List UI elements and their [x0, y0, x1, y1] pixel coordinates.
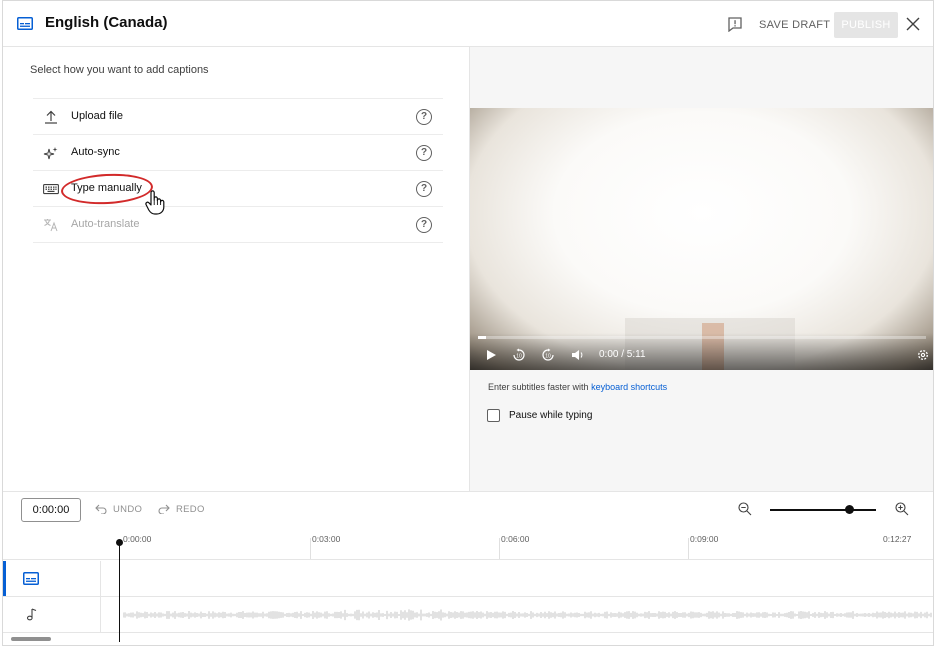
zoom-in-icon[interactable] — [895, 502, 909, 516]
keyboard-icon — [43, 184, 59, 195]
ruler-tick-line — [499, 538, 500, 559]
option-label: Upload file — [71, 110, 123, 122]
ruler-tick-label: 0:09:00 — [690, 534, 719, 544]
caption-editor-dialog: English (Canada) SAVE DRAFT PUBLISH Sele… — [2, 0, 934, 646]
ruler-tick-line — [310, 538, 311, 559]
audio-waveform — [123, 609, 932, 621]
panel-heading: Select how you want to add captions — [30, 64, 209, 76]
undo-button[interactable]: UNDO — [95, 504, 142, 515]
ruler-tick-label: 0:03:00 — [312, 534, 341, 544]
shortcut-hint: Enter subtitles faster with keyboard sho… — [488, 382, 667, 392]
svg-text:10: 10 — [545, 354, 551, 360]
audio-track-header — [3, 597, 101, 632]
progress-bar[interactable] — [478, 336, 926, 339]
current-time-input[interactable]: 0:00:00 — [21, 498, 81, 522]
zoom-slider-track[interactable] — [770, 509, 876, 511]
ruler-tick-label: 0:00:00 — [123, 534, 152, 544]
pause-while-typing-checkbox[interactable] — [487, 409, 500, 422]
svg-text:10: 10 — [516, 354, 522, 360]
audio-track[interactable] — [3, 597, 933, 633]
sparkle-icon — [43, 147, 58, 160]
help-icon[interactable]: ? — [416, 145, 432, 161]
playhead[interactable] — [119, 540, 120, 642]
preview-panel: 10 10 0:00 / 5:11 Enter subtitles faster… — [469, 47, 933, 491]
feedback-icon[interactable] — [728, 17, 742, 32]
zoom-out-icon[interactable] — [738, 502, 752, 516]
undo-label: UNDO — [113, 504, 143, 515]
timeline: 0:00:00 UNDO REDO 0:00:00 0:03:00 0:06:0… — [3, 491, 933, 645]
ruler-tick-label: 0:12:27 — [883, 534, 912, 544]
progress-fill — [478, 336, 486, 339]
close-icon[interactable] — [906, 17, 920, 31]
pause-while-typing-label: Pause while typing — [509, 410, 593, 421]
dialog-header: English (Canada) SAVE DRAFT PUBLISH — [3, 1, 933, 47]
time-ruler[interactable]: 0:00:00 0:03:00 0:06:00 0:09:00 0:12:27 — [3, 530, 933, 560]
help-icon[interactable]: ? — [416, 217, 432, 233]
option-label: Auto-sync — [71, 146, 120, 158]
keyboard-shortcuts-link[interactable]: keyboard shortcuts — [591, 382, 667, 392]
caption-method-list: Upload file ? Auto-sync ? Type manually … — [33, 98, 443, 243]
redo-button[interactable]: REDO — [158, 504, 205, 515]
undo-icon — [95, 504, 107, 515]
translate-icon — [44, 219, 58, 232]
caption-track[interactable] — [3, 561, 933, 597]
player-controls: 10 10 0:00 / 5:11 — [470, 333, 933, 370]
ruler-tick-line — [688, 538, 689, 559]
caption-method-panel: Select how you want to add captions Uplo… — [3, 47, 469, 491]
option-label: Auto-translate — [71, 218, 140, 230]
subtitles-icon — [23, 572, 39, 585]
video-player[interactable]: 10 10 0:00 / 5:11 — [470, 108, 933, 370]
dialog-title: English (Canada) — [45, 14, 168, 31]
zoom-slider-knob[interactable] — [845, 505, 854, 514]
help-icon[interactable]: ? — [416, 181, 432, 197]
redo-icon — [158, 504, 170, 515]
subtitles-icon — [17, 17, 33, 30]
option-auto-translate: Auto-translate ? — [33, 207, 443, 243]
hint-text: Enter subtitles faster with — [488, 382, 589, 392]
redo-label: REDO — [176, 504, 205, 515]
publish-button[interactable]: PUBLISH — [834, 12, 898, 38]
play-icon[interactable] — [484, 348, 498, 362]
forward-10-icon[interactable]: 10 — [541, 348, 555, 362]
volume-icon[interactable] — [571, 348, 585, 362]
upload-icon — [45, 110, 57, 124]
settings-gear-icon[interactable] — [916, 348, 930, 362]
option-upload-file[interactable]: Upload file ? — [33, 99, 443, 135]
option-type-manually[interactable]: Type manually ? — [33, 171, 443, 215]
playhead-handle[interactable] — [116, 539, 123, 546]
track-selected-indicator — [3, 561, 6, 596]
music-note-icon — [26, 608, 37, 621]
option-auto-sync[interactable]: Auto-sync ? — [33, 135, 443, 171]
save-draft-button[interactable]: SAVE DRAFT — [753, 13, 836, 37]
rewind-10-icon[interactable]: 10 — [512, 348, 526, 362]
ruler-tick-label: 0:06:00 — [501, 534, 530, 544]
help-icon[interactable]: ? — [416, 109, 432, 125]
caption-track-header[interactable] — [3, 561, 101, 596]
timeline-scrollbar[interactable] — [11, 637, 51, 641]
highlight-ring — [60, 171, 154, 207]
time-readout: 0:00 / 5:11 — [599, 349, 646, 360]
